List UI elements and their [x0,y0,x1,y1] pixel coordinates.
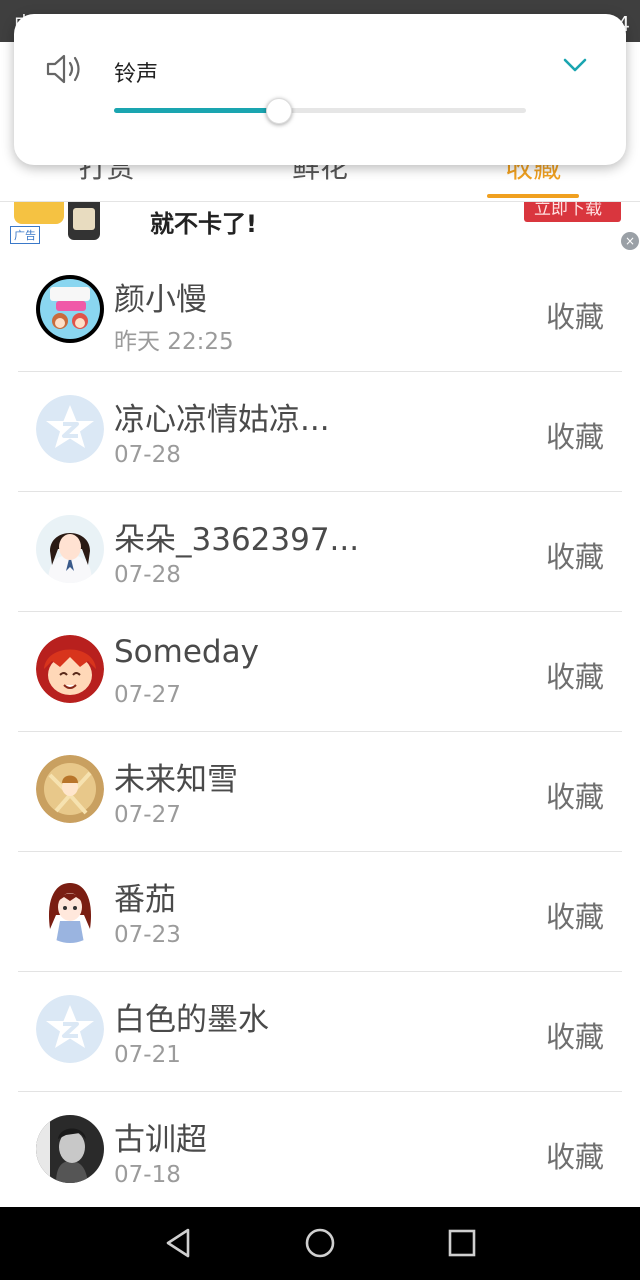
back-icon[interactable] [158,1225,198,1261]
user-name: Someday [114,634,259,670]
speaker-icon[interactable] [45,52,85,86]
list-item[interactable]: 番茄 07-23 收藏 [0,852,640,972]
list-item[interactable]: 白色的墨水 07-21 收藏 [0,972,640,1092]
volume-panel: 铃声 [14,14,626,165]
action-label: 收藏 [545,300,604,334]
ad-close-icon[interactable]: × [621,232,639,250]
recents-icon[interactable] [442,1225,482,1261]
action-label: 收藏 [545,1140,604,1174]
avatar [36,635,104,703]
user-name: 古训超 [114,1122,207,1158]
action-label: 收藏 [545,1020,604,1054]
volume-slider[interactable] [114,98,526,124]
navigation-bar [0,1207,640,1280]
action-label: 收藏 [545,420,604,454]
avatar [36,275,104,343]
list-item[interactable]: 朵朵_3362397... 07-28 收藏 [0,492,640,612]
home-icon[interactable] [300,1225,340,1261]
avatar [36,755,104,823]
slider-thumb[interactable] [265,98,292,124]
item-date: 07-28 [114,562,181,588]
item-date: 07-18 [114,1162,181,1188]
favorites-list: 颜小慢 昨天 22:25 收藏 凉心凉情姑凉... 07-28 收藏 朵朵_33… [0,252,640,1212]
avatar [36,1115,104,1183]
avatar [36,395,104,463]
list-item[interactable]: Someday 07-27 收藏 [0,612,640,732]
list-item[interactable]: 凉心凉情姑凉... 07-28 收藏 [0,372,640,492]
item-date: 07-23 [114,922,181,948]
item-date: 07-21 [114,1042,181,1068]
item-date: 07-28 [114,442,181,468]
chevron-down-icon[interactable] [562,56,588,74]
user-name: 朵朵_3362397... [114,522,360,558]
avatar [36,875,104,943]
ad-text: 就不卡了! [150,210,257,238]
volume-title: 铃声 [114,62,159,87]
user-name: 番茄 [114,882,176,918]
ad-phone-image [68,202,100,240]
action-label: 收藏 [545,900,604,934]
action-label: 收藏 [545,540,604,574]
item-date: 07-27 [114,682,181,708]
item-date: 07-27 [114,802,181,828]
ad-banner[interactable]: 广告 就不卡了! 立即下载 [0,202,640,244]
slider-fill [114,108,279,113]
ad-download-label: 立即下载 [534,202,602,219]
ad-download-button[interactable]: 立即下载 [524,202,621,222]
action-label: 收藏 [545,660,604,694]
avatar [36,515,104,583]
screen: 中国移动 令 ◎ 4G 54 打赏 鲜花 收藏 广告 就不卡了! 立即下载 × [0,0,640,1280]
avatar [36,995,104,1063]
user-name: 颜小慢 [114,282,207,318]
ad-badge: 广告 [10,226,40,244]
ad-artwork [14,202,64,224]
list-item[interactable]: 未来知雪 07-27 收藏 [0,732,640,852]
item-date: 昨天 22:25 [114,329,234,355]
action-label: 收藏 [545,780,604,814]
list-item[interactable]: 颜小慢 昨天 22:25 收藏 [0,252,640,372]
user-name: 白色的墨水 [114,1002,269,1038]
list-item[interactable]: 古训超 07-18 收藏 [0,1092,640,1212]
user-name: 凉心凉情姑凉... [114,402,330,438]
user-name: 未来知雪 [114,762,238,798]
